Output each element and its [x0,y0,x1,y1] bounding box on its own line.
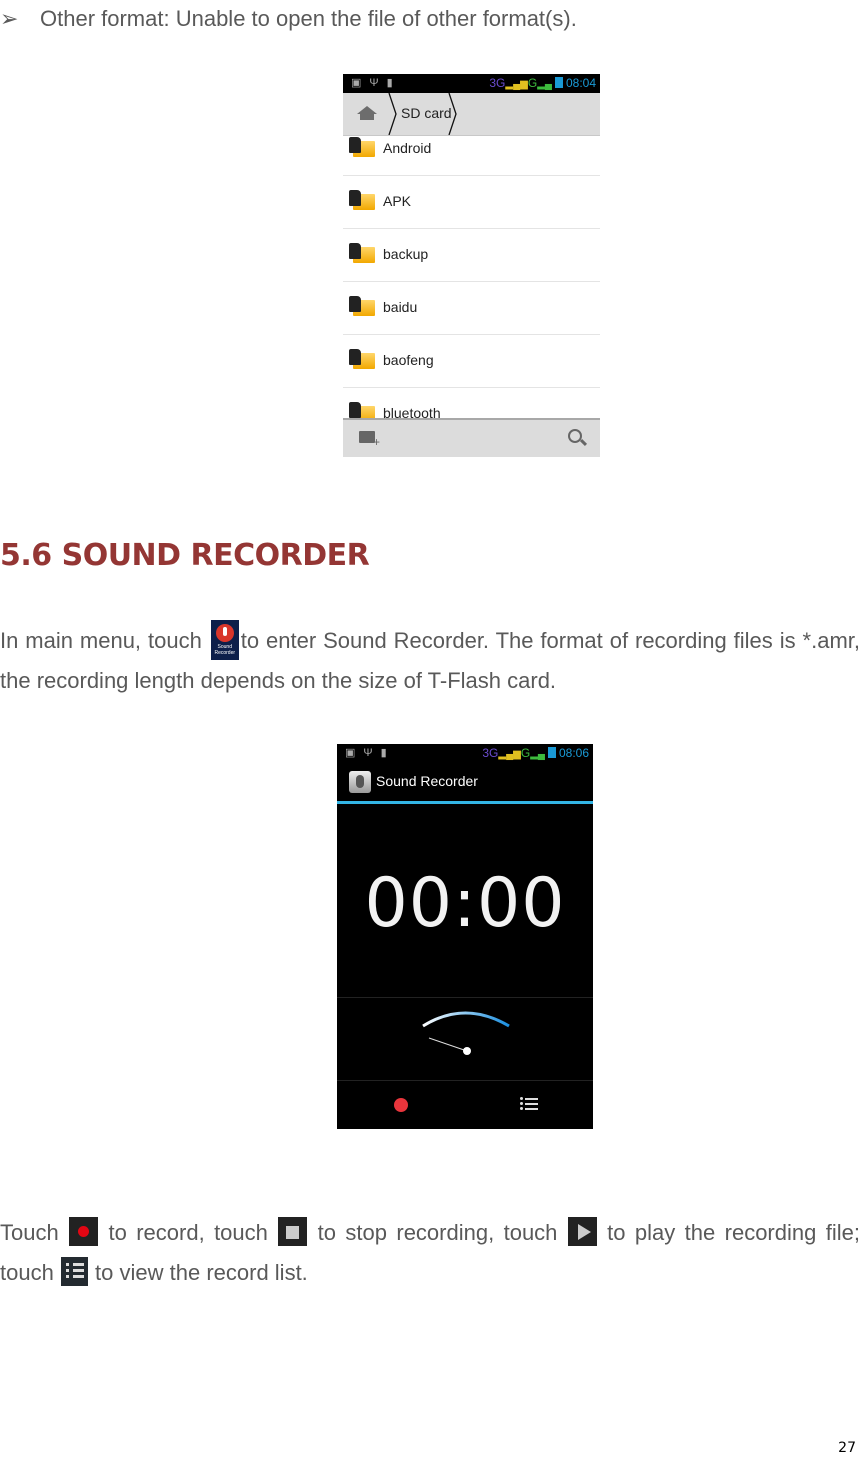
bullet-text: Other format: Unable to open the file of… [40,6,577,31]
network2-label: G [527,76,538,90]
recording-timer: 00:00 [364,864,566,943]
app-title: Sound Recorder [376,773,478,789]
list-icon [60,1257,88,1286]
app-icon-label: Sound Recorder [214,644,236,656]
file-row[interactable]: baidu [343,282,600,335]
signal-icon: ▂▄▆ [505,79,528,90]
instr-text-5: to view the record list. [88,1260,308,1285]
file-row[interactable]: baofeng [343,335,600,388]
battery-icon [547,747,556,758]
new-folder-icon[interactable] [359,431,380,449]
play-icon [567,1217,597,1246]
file-row[interactable]: Android [343,123,600,176]
bottom-action-bar [343,418,600,457]
section-heading: 5.6 SOUND RECORDER [0,538,370,573]
page-number: 27 [838,1440,856,1456]
breadcrumb-sd-card[interactable]: SD card [401,105,452,121]
instructions-paragraph: Touch to record, touch to stop recording… [0,1213,860,1293]
record-list-button[interactable] [520,1097,538,1112]
sd-folder-icon [349,190,375,210]
stop-icon [278,1217,308,1246]
status-time: 08:04 [565,76,596,90]
network2-label: G [520,746,531,760]
signal2-icon: ▂▄ [537,79,552,90]
search-icon[interactable] [568,429,582,443]
notification-icons: ▣Ψ▮ [345,747,395,759]
notification-icons: ▣Ψ▮ [351,77,401,89]
divider [337,1080,593,1081]
file-row[interactable]: backup [343,229,600,282]
status-time: 08:06 [558,746,589,760]
signal2-icon: ▂▄ [530,749,545,760]
file-name: APK [383,193,412,209]
vu-meter-icon [422,1011,510,1055]
instr-text-1: Touch [0,1220,69,1245]
record-icon [69,1217,99,1246]
intro-text-1: In main menu, touch [0,628,209,653]
sd-folder-icon [349,349,375,369]
network-label: 3G [482,746,499,760]
app-title-bar: Sound Recorder [337,763,593,804]
instr-text-2: to record, touch [99,1220,278,1245]
sd-folder-icon [349,296,375,316]
file-name: Android [383,140,432,156]
file-row[interactable]: APK [343,176,600,229]
battery-icon [554,77,563,88]
bullet-arrow-icon: ➢ [0,6,19,31]
divider [337,997,593,998]
file-manager-screenshot: ▣Ψ▮ 3G▂▄▆G▂▄ 08:04 SD card Android APK ba… [343,74,600,457]
status-bar: ▣Ψ▮ 3G▂▄▆G▂▄ 08:06 [337,744,593,763]
sd-folder-icon [349,137,375,157]
file-name: baidu [383,299,418,315]
signal-icon: ▂▄▆ [498,749,521,760]
record-button[interactable] [394,1098,408,1112]
sound-recorder-screenshot: ▣Ψ▮ 3G▂▄▆G▂▄ 08:06 Sound Recorder 00:00 [337,744,593,1129]
file-list: Android APK backup baidu baofeng bluetoo… [343,123,600,441]
intro-paragraph: In main menu, touch Sound Recorder to ent… [0,620,860,701]
sound-recorder-app-icon: Sound Recorder [210,620,239,660]
file-name: baofeng [383,352,434,368]
network-label: 3G [489,76,506,90]
file-name: backup [383,246,429,262]
home-icon[interactable] [357,106,377,120]
sd-folder-icon [349,243,375,263]
instr-text-3: to stop recording, touch [308,1220,567,1245]
bullet-item: ➢ Other format: Unable to open the file o… [0,4,577,34]
status-bar: ▣Ψ▮ 3G▂▄▆G▂▄ 08:04 [343,74,600,93]
microphone-app-icon [349,771,371,793]
